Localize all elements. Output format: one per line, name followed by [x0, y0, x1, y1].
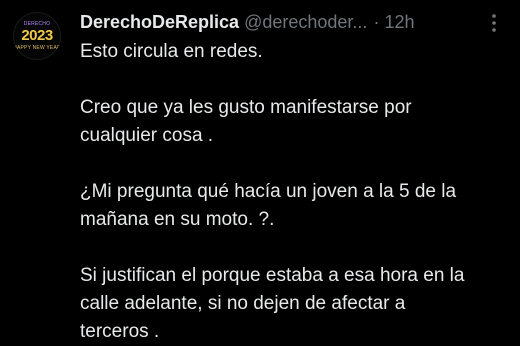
tweet-paragraph: Esto circula en redes. — [80, 41, 263, 62]
separator-dot: · — [373, 11, 380, 32]
tweet-paragraph: ¿Mi pregunta qué hacía un joven a la 5 d… — [80, 181, 457, 230]
timestamp[interactable]: 12h — [384, 12, 414, 33]
avatar-sub-text: HAPPY NEW YEAR — [13, 45, 61, 51]
user-handle[interactable]: @derechoder... — [244, 12, 367, 33]
display-name[interactable]: DerechoDeReplica — [80, 12, 239, 33]
tweet-header: DerechoDeReplica @derechoder... · 12h — [80, 11, 414, 33]
tweet-text: Esto circula en redes. Creo que ya les g… — [80, 38, 516, 346]
more-vertical-icon — [492, 14, 496, 32]
tweet: DERECHO 2023 HAPPY NEW YEAR DerechoDeRep… — [0, 0, 520, 342]
tweet-paragraph: Si justifican el porque estaba a esa hor… — [80, 265, 465, 342]
tweet-paragraph: Creo que ya les gusto manifestarse por c… — [80, 97, 412, 146]
avatar-year-text: 2023 — [21, 27, 53, 44]
more-options-button[interactable] — [482, 12, 506, 34]
avatar[interactable]: DERECHO 2023 HAPPY NEW YEAR — [13, 12, 61, 60]
